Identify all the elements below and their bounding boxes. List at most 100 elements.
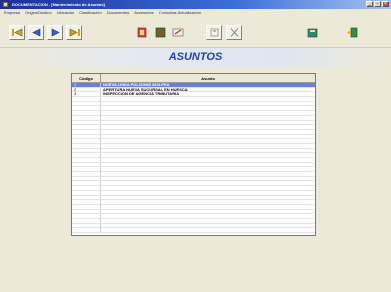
cell-asunto[interactable] bbox=[101, 111, 315, 115]
exit-button[interactable] bbox=[344, 25, 360, 40]
print-icon bbox=[307, 28, 317, 38]
cell-codigo[interactable] bbox=[72, 125, 101, 129]
cell-asunto[interactable]: INSPECCION DE AGENCIA TRIBUTARIA bbox=[101, 92, 315, 96]
cell-asunto[interactable] bbox=[101, 228, 315, 232]
cell-codigo[interactable] bbox=[72, 143, 101, 148]
column-header-asunto[interactable]: Asunto bbox=[101, 74, 315, 82]
cell-codigo[interactable] bbox=[72, 106, 101, 111]
cell-codigo[interactable] bbox=[72, 153, 101, 157]
first-icon bbox=[11, 28, 22, 37]
cell-codigo[interactable] bbox=[72, 134, 101, 139]
cell-codigo[interactable] bbox=[72, 148, 101, 153]
cell-asunto[interactable] bbox=[101, 121, 315, 125]
cell-asunto[interactable] bbox=[101, 163, 315, 167]
cell-asunto[interactable] bbox=[101, 106, 315, 110]
cell-asunto[interactable] bbox=[101, 181, 315, 185]
cell-codigo[interactable] bbox=[72, 97, 101, 101]
cell-codigo[interactable] bbox=[72, 101, 101, 106]
cell-asunto[interactable] bbox=[101, 210, 315, 214]
new-record-icon bbox=[137, 27, 146, 38]
last-record-button[interactable] bbox=[66, 25, 82, 40]
save-icon bbox=[210, 28, 218, 37]
cell-asunto[interactable] bbox=[101, 172, 315, 176]
cell-codigo[interactable]: 3 bbox=[72, 92, 101, 97]
app-icon[interactable] bbox=[3, 2, 8, 7]
toolbar bbox=[0, 18, 391, 48]
cell-codigo[interactable] bbox=[72, 139, 101, 143]
cell-asunto[interactable]: APERTURA NUEVA SUCURSAL EN HUESCA bbox=[101, 88, 315, 92]
cell-codigo[interactable] bbox=[72, 129, 101, 134]
cell-codigo[interactable] bbox=[72, 218, 101, 223]
menu-documentos[interactable]: Documentos bbox=[107, 9, 129, 17]
cell-codigo[interactable] bbox=[72, 190, 101, 195]
cell-asunto[interactable] bbox=[101, 102, 315, 106]
cell-codigo[interactable] bbox=[72, 120, 101, 125]
close-button[interactable]: × bbox=[382, 1, 389, 7]
cell-asunto[interactable] bbox=[101, 116, 315, 120]
cell-asunto[interactable] bbox=[101, 139, 315, 143]
page-header: ASUNTOS bbox=[0, 48, 391, 67]
menu-clasificacion[interactable]: Clasificación bbox=[79, 9, 101, 17]
cell-codigo[interactable]: 1 bbox=[72, 83, 101, 87]
cell-asunto[interactable] bbox=[101, 196, 315, 200]
prev-record-button[interactable] bbox=[28, 25, 44, 40]
cell-asunto[interactable] bbox=[101, 167, 315, 171]
cell-asunto[interactable] bbox=[101, 153, 315, 157]
window-title: DOCUMENTACION - [Mantenimiento de Asunto… bbox=[12, 2, 105, 7]
cell-codigo[interactable] bbox=[72, 200, 101, 204]
cell-asunto[interactable] bbox=[101, 135, 315, 139]
title-bar: DOCUMENTACION - [Mantenimiento de Asunto… bbox=[0, 0, 391, 9]
asuntos-grid[interactable]: Código Asunto 1 NUEVA LINEA POLIZONS INSL… bbox=[71, 73, 316, 236]
menu-origen-destino[interactable]: Origen/Destino bbox=[25, 9, 52, 17]
cell-asunto[interactable] bbox=[101, 144, 315, 148]
cell-codigo[interactable] bbox=[72, 223, 101, 228]
cell-asunto[interactable] bbox=[101, 149, 315, 153]
next-record-button[interactable] bbox=[47, 25, 63, 40]
cell-codigo[interactable] bbox=[72, 162, 101, 167]
cell-asunto[interactable] bbox=[101, 158, 315, 162]
cell-asunto[interactable] bbox=[101, 214, 315, 218]
cell-codigo[interactable] bbox=[72, 158, 101, 162]
cell-asunto[interactable] bbox=[101, 191, 315, 195]
print-button[interactable] bbox=[304, 25, 320, 40]
cell-asunto[interactable] bbox=[101, 200, 315, 204]
cancel-button[interactable] bbox=[226, 25, 242, 40]
cell-asunto[interactable] bbox=[101, 205, 315, 209]
cell-codigo[interactable] bbox=[72, 228, 101, 232]
cell-codigo[interactable]: 2 bbox=[72, 87, 101, 92]
edit-button[interactable] bbox=[170, 25, 186, 40]
cell-codigo[interactable] bbox=[72, 195, 101, 200]
new-button[interactable] bbox=[134, 25, 150, 40]
cell-codigo[interactable] bbox=[72, 209, 101, 214]
cell-asunto[interactable] bbox=[101, 219, 315, 223]
cell-codigo[interactable] bbox=[72, 181, 101, 186]
cell-asunto[interactable] bbox=[101, 130, 315, 134]
column-header-codigo[interactable]: Código bbox=[72, 74, 101, 82]
cell-asunto[interactable] bbox=[101, 177, 315, 181]
cell-codigo[interactable] bbox=[72, 186, 101, 190]
cell-codigo[interactable] bbox=[72, 167, 101, 172]
cell-codigo[interactable] bbox=[72, 176, 101, 181]
save-button[interactable] bbox=[206, 25, 222, 40]
cell-asunto[interactable] bbox=[101, 224, 315, 228]
table-row[interactable] bbox=[72, 228, 315, 233]
first-record-button[interactable] bbox=[9, 25, 25, 40]
cell-codigo[interactable] bbox=[72, 214, 101, 218]
menu-accesorios[interactable]: Accesorios bbox=[134, 9, 154, 17]
cell-codigo[interactable] bbox=[72, 172, 101, 176]
cell-codigo[interactable] bbox=[72, 115, 101, 120]
cell-codigo[interactable] bbox=[72, 111, 101, 115]
cell-asunto[interactable] bbox=[101, 97, 315, 101]
maximize-button[interactable]: ▫ bbox=[374, 1, 381, 7]
cell-asunto[interactable]: NUEVA LINEA POLIZONS INSLPEA bbox=[101, 83, 315, 87]
menu-empresa[interactable]: Empresa bbox=[4, 9, 20, 17]
grid-body: 1 NUEVA LINEA POLIZONS INSLPEA 2 APERTURA N… bbox=[72, 83, 315, 233]
delete-button[interactable] bbox=[152, 25, 168, 40]
cell-asunto[interactable] bbox=[101, 125, 315, 129]
menu-consultas[interactable]: Consultas Actualización bbox=[159, 9, 201, 17]
cell-codigo[interactable] bbox=[72, 204, 101, 209]
page-title: ASUNTOS bbox=[168, 51, 223, 63]
cell-asunto[interactable] bbox=[101, 186, 315, 190]
minimize-button[interactable]: _ bbox=[366, 1, 373, 7]
menu-ubicacion[interactable]: Ubicación bbox=[57, 9, 75, 17]
